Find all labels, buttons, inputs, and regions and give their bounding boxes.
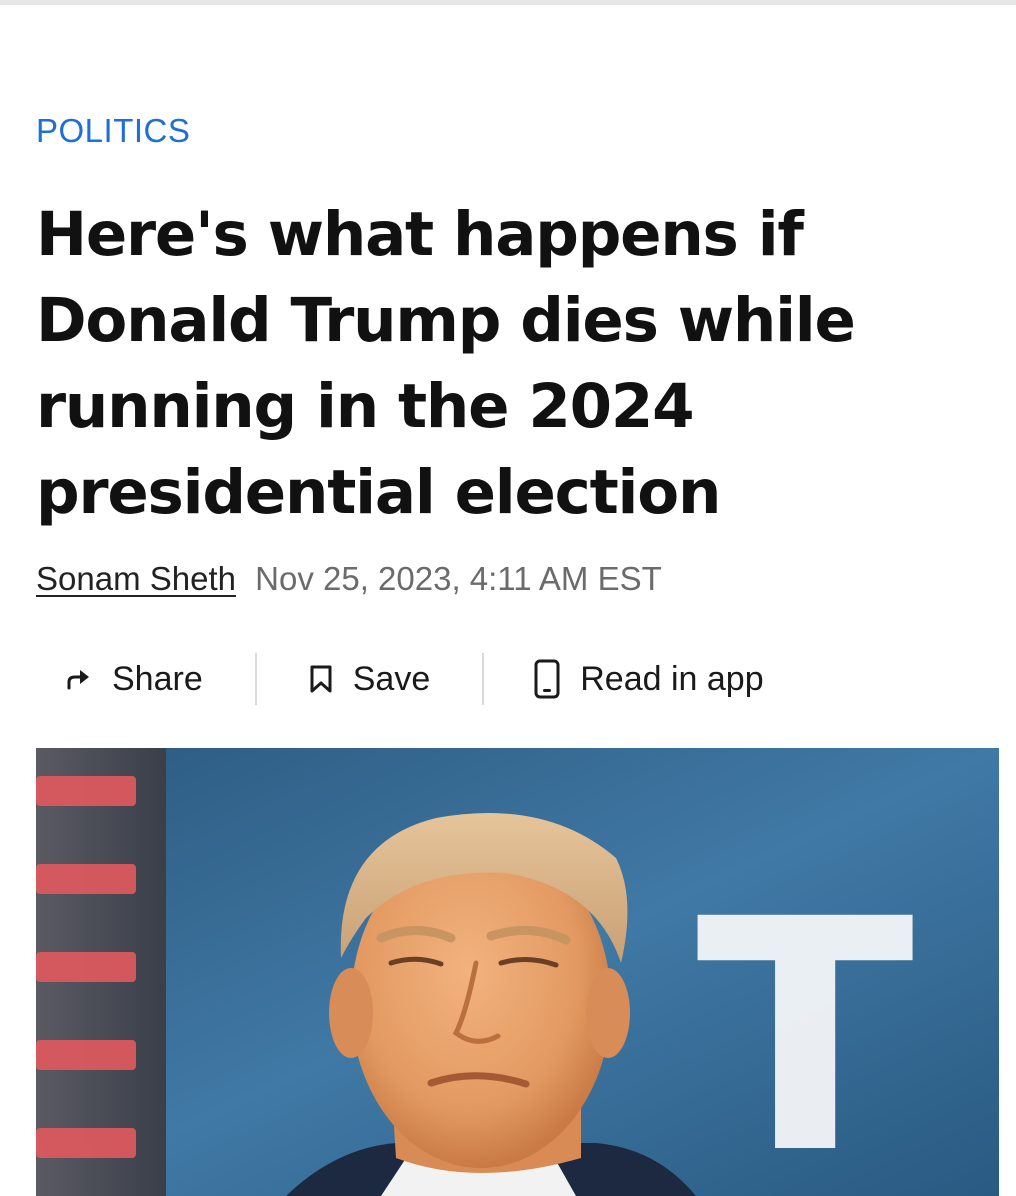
backdrop-letter: T bbox=[696, 852, 916, 1196]
byline: Sonam Sheth Nov 25, 2023, 4:11 AM EST bbox=[36, 560, 662, 598]
article-headline: Here's what happens if Donald Trump dies… bbox=[36, 199, 856, 528]
article-action-bar: Share Save Read in app bbox=[36, 650, 764, 708]
read-in-app-label: Read in app bbox=[580, 659, 764, 698]
publish-timestamp: Nov 25, 2023, 4:11 AM EST bbox=[255, 560, 662, 597]
phone-icon bbox=[534, 659, 560, 699]
save-button[interactable]: Save bbox=[257, 650, 483, 708]
share-label: Share bbox=[112, 659, 203, 698]
author-link[interactable]: Sonam Sheth bbox=[36, 560, 236, 597]
share-button[interactable]: Share bbox=[36, 650, 255, 708]
hero-photo-illustration: T bbox=[36, 748, 999, 1196]
bookmark-icon bbox=[309, 665, 333, 693]
read-in-app-button[interactable]: Read in app bbox=[484, 650, 764, 708]
share-arrow-icon bbox=[66, 668, 92, 690]
hero-image: T bbox=[36, 748, 999, 1196]
category-link[interactable]: POLITICS bbox=[36, 112, 190, 150]
top-divider bbox=[0, 0, 1016, 5]
save-label: Save bbox=[352, 659, 431, 698]
